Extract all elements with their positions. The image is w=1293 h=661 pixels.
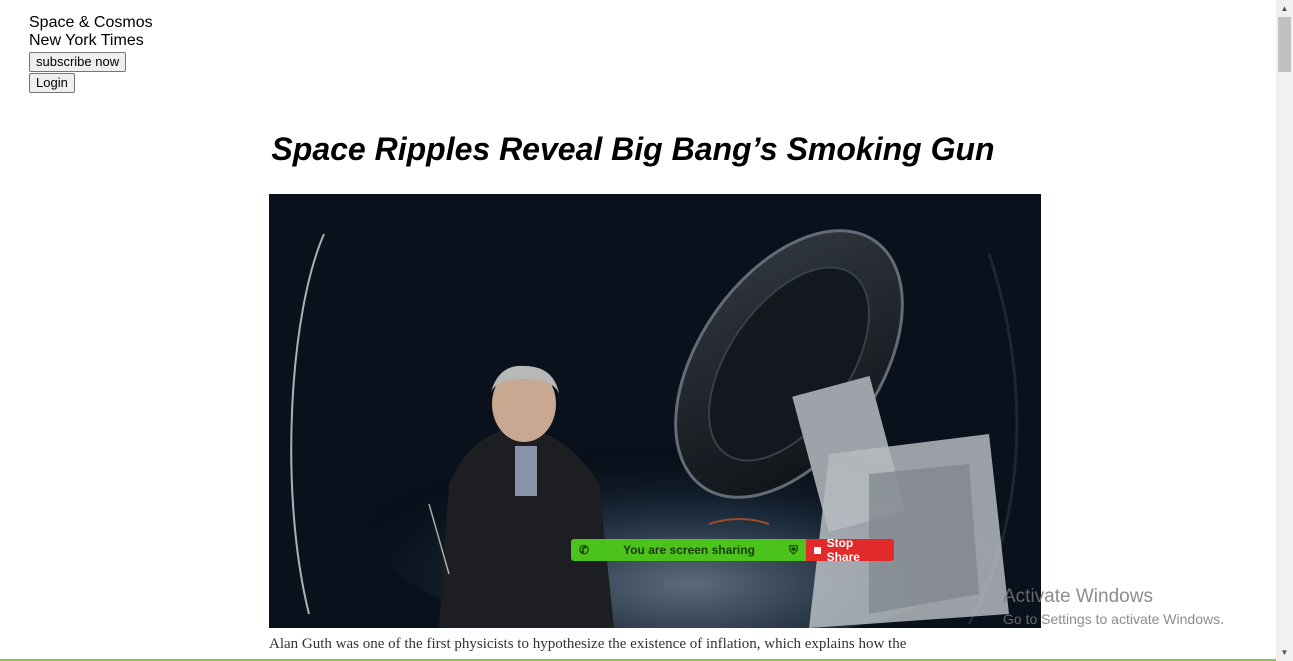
section-name: Space & Cosmos	[29, 14, 153, 31]
stop-share-label: Stop Share	[826, 539, 860, 561]
hero-image	[269, 194, 1041, 628]
stop-icon	[814, 546, 821, 554]
scroll-down-arrow-icon[interactable]: ▼	[1276, 644, 1293, 661]
activate-title: Activate Windows	[1003, 586, 1153, 607]
share-status-label: You are screen sharing	[623, 543, 755, 557]
article-headline: Space Ripples Reveal Big Bang’s Smoking …	[271, 131, 995, 167]
site-header: Space & Cosmos New York Times subscribe …	[29, 14, 153, 93]
vertical-scrollbar[interactable]: ▲ ▼	[1276, 0, 1293, 661]
telescope-photo	[269, 194, 1041, 628]
browser-viewport: Space & Cosmos New York Times subscribe …	[0, 0, 1293, 661]
publication-name: New York Times	[29, 32, 144, 49]
article-caption: Alan Guth was one of the first physicist…	[269, 636, 907, 652]
login-button[interactable]: Login	[29, 73, 75, 93]
activate-subtitle: Go to Settings to activate Windows.	[1003, 611, 1224, 627]
scroll-up-arrow-icon[interactable]: ▲	[1276, 0, 1293, 17]
phone-icon: ✆	[579, 543, 590, 557]
share-status: ✆ You are screen sharing ⛨	[571, 539, 806, 561]
stop-share-button[interactable]: Stop Share	[806, 539, 894, 561]
windows-activation-watermark: Activate Windows Go to Settings to activ…	[1003, 586, 1224, 630]
shield-icon: ⛨	[788, 542, 798, 557]
scroll-thumb[interactable]	[1278, 17, 1291, 72]
screen-share-bar: ✆ You are screen sharing ⛨ Stop Share	[571, 539, 894, 561]
subscribe-button[interactable]: subscribe now	[29, 52, 127, 72]
